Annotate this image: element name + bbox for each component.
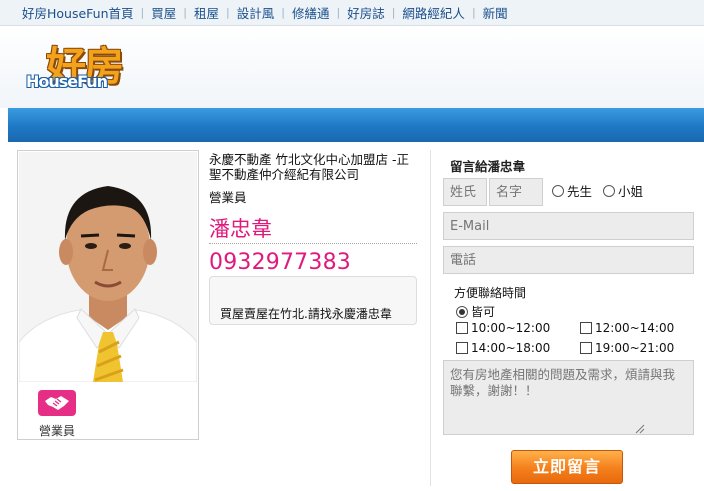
radio-any-time[interactable]: 皆可: [456, 303, 495, 320]
radio-circle-selected[interactable]: [456, 305, 468, 318]
time-slot-label: 12:00~14:00: [595, 321, 675, 335]
nav-separator: |: [183, 6, 187, 19]
form-title: 留言給潘忠韋: [450, 159, 526, 174]
nav-repair[interactable]: 修繕通: [292, 3, 330, 22]
radio-circle[interactable]: [552, 184, 564, 197]
checkbox[interactable]: [456, 342, 468, 354]
time-slot-checkbox[interactable]: 19:00~21:00: [580, 341, 674, 355]
agent-portrait: [19, 152, 197, 382]
nav-buy[interactable]: 買屋: [151, 3, 176, 22]
agent-position: 營業員: [209, 190, 247, 205]
time-slot-checkbox[interactable]: 10:00~12:00: [456, 321, 550, 335]
logo-sub-text: HouseFun: [26, 72, 108, 91]
nav-separator: |: [140, 6, 145, 19]
site-logo[interactable]: 好房 HouseFun: [24, 34, 128, 100]
agent-name: 潘忠韋: [209, 217, 272, 241]
divider: [209, 243, 417, 244]
nav-design[interactable]: 設計風: [237, 3, 275, 22]
nav-home[interactable]: 好房HouseFun首頁: [22, 3, 134, 22]
time-slot-label: 10:00~12:00: [471, 321, 551, 335]
radio-mr-label: 先生: [567, 184, 593, 199]
surname-input[interactable]: [443, 178, 487, 206]
nav-separator: |: [471, 6, 476, 19]
role-label: 營業員: [38, 424, 75, 438]
radio-mr[interactable]: 先生: [552, 181, 592, 200]
radio-ms[interactable]: 小姐: [603, 181, 643, 200]
agent-slogan: 買屋賣屋在竹北.請找永慶潘忠韋: [220, 307, 392, 321]
top-nav: 好房HouseFun首頁 | 買屋 | 租屋 | 設計風 | 修繕通 | 好房誌…: [0, 0, 704, 26]
nav-separator: |: [281, 6, 285, 19]
nav-news[interactable]: 新聞: [483, 3, 508, 22]
time-slot-label: 19:00~21:00: [595, 341, 675, 355]
site-header: 好房 HouseFun: [0, 26, 704, 108]
agent-photo: [19, 152, 197, 382]
given-name-input[interactable]: [489, 178, 543, 206]
nav-separator: |: [226, 6, 230, 19]
radio-circle[interactable]: [603, 184, 615, 197]
time-slot-label: 14:00~18:00: [471, 341, 551, 355]
form-divider: [430, 150, 431, 486]
checkbox[interactable]: [580, 342, 592, 354]
checkbox[interactable]: [580, 322, 592, 334]
phone-input[interactable]: [443, 246, 694, 274]
checkbox[interactable]: [456, 322, 468, 334]
submit-message-button[interactable]: 立即留言: [511, 450, 623, 484]
nav-magazine[interactable]: 好房誌: [347, 3, 385, 22]
contact-time-label: 方便聯絡時間: [454, 286, 527, 300]
nav-separator: |: [336, 6, 341, 19]
nav-online-agent[interactable]: 網路經紀人: [402, 3, 465, 22]
role-tab[interactable]: 營業員: [19, 388, 95, 439]
nav-rent[interactable]: 租屋: [194, 3, 219, 22]
email-input[interactable]: [443, 212, 694, 240]
radio-any-time-label: 皆可: [471, 305, 496, 319]
resize-grip-icon[interactable]: [635, 424, 645, 434]
company-name: 永慶不動產 竹北文化中心加盟店 -正聖不動產仲介經紀有限公司: [209, 152, 409, 182]
handshake-icon: [38, 390, 76, 416]
nav-separator: |: [391, 6, 396, 19]
time-slot-checkbox[interactable]: 12:00~14:00: [580, 321, 674, 335]
agent-phone: 0932977383: [209, 250, 351, 275]
message-input[interactable]: [443, 360, 694, 435]
radio-ms-label: 小姐: [618, 184, 644, 199]
header-band: [8, 108, 704, 142]
time-slot-checkbox[interactable]: 14:00~18:00: [456, 341, 550, 355]
slogan-box: 買屋賣屋在竹北.請找永慶潘忠韋: [209, 276, 417, 325]
